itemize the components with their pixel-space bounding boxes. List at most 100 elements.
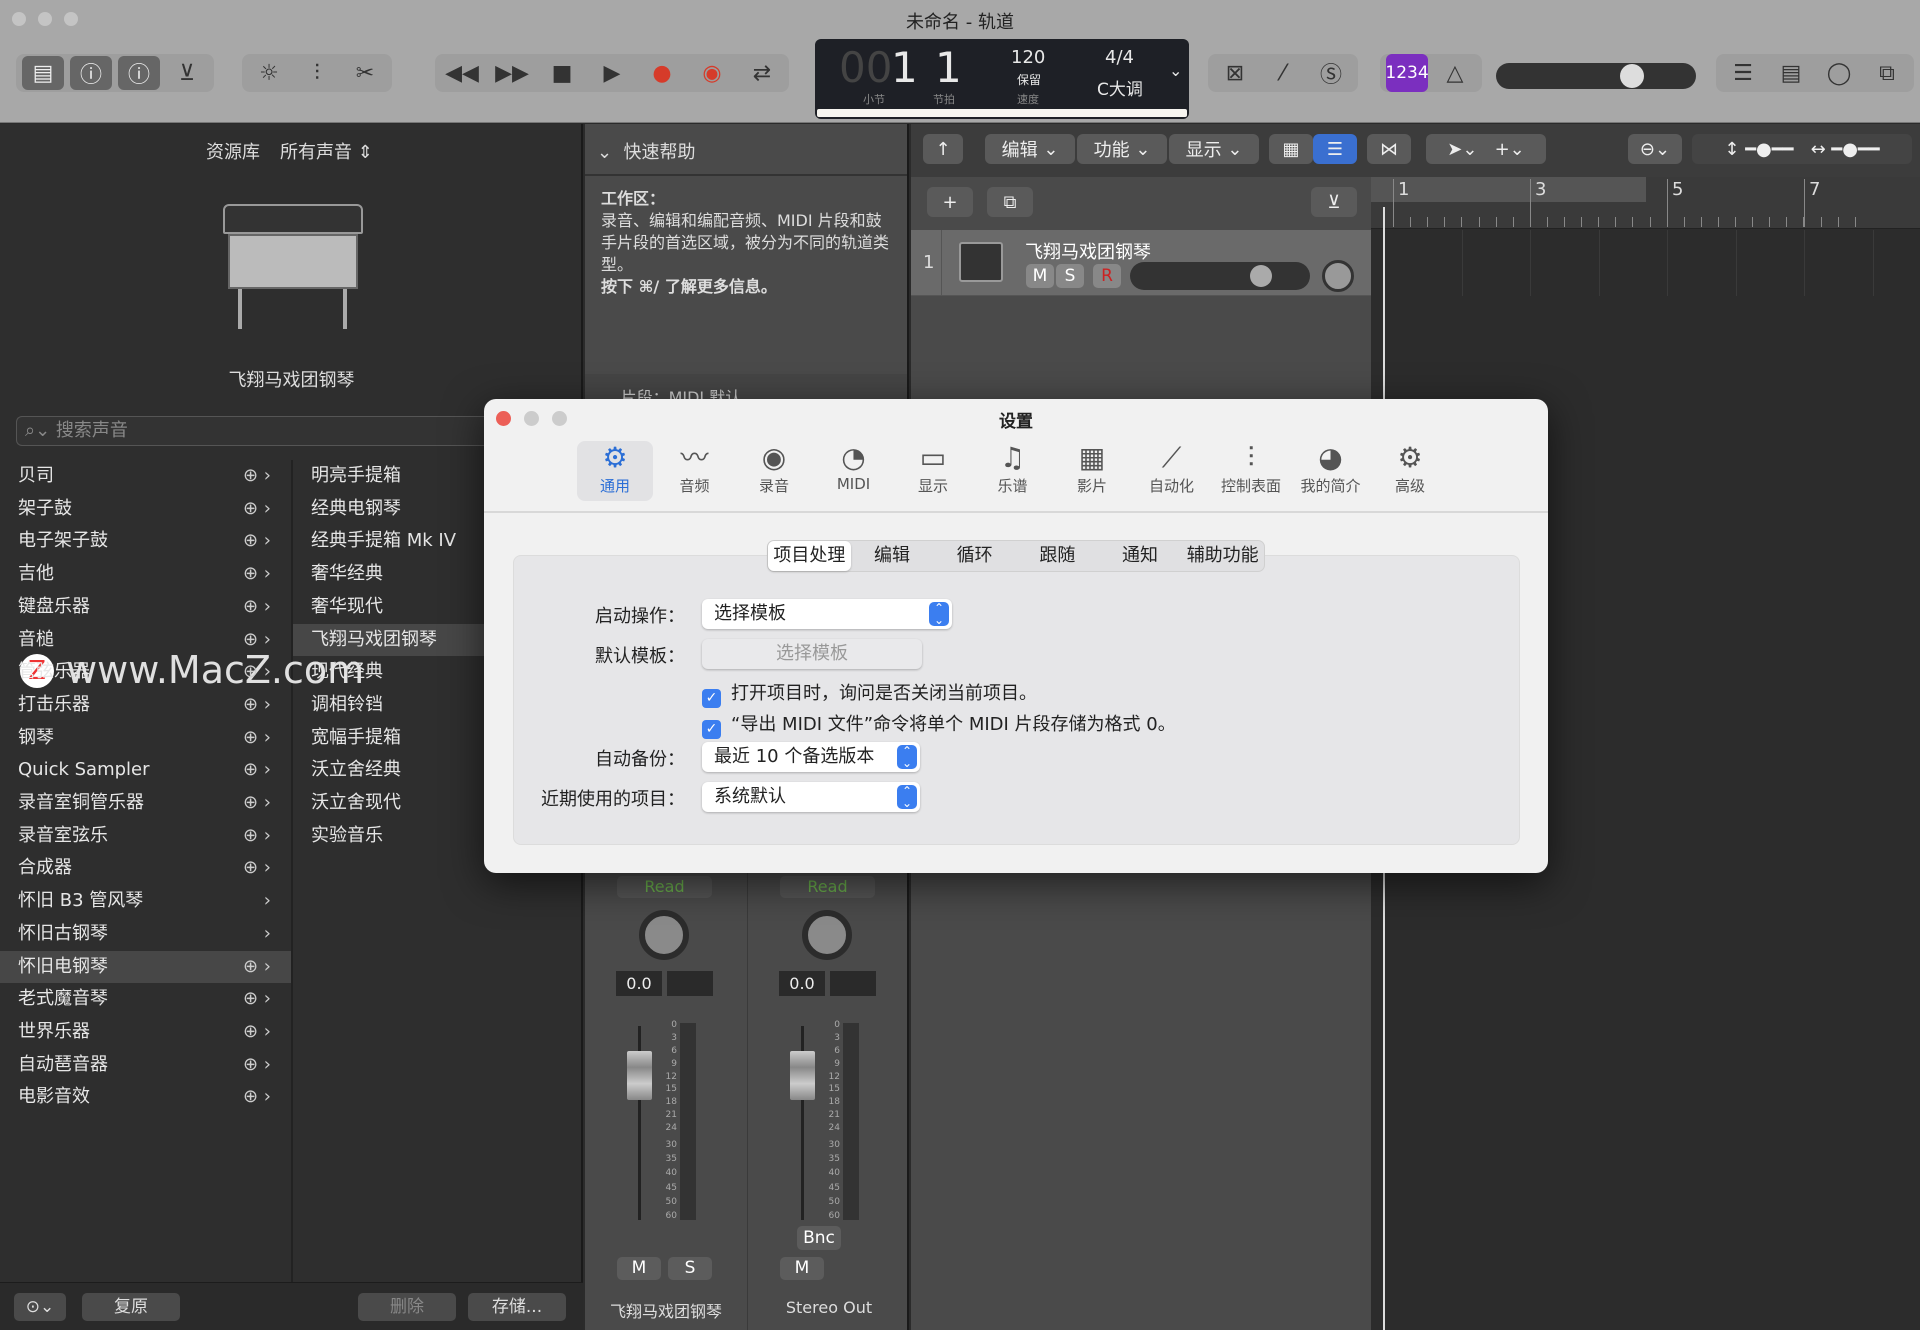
action-menu-button[interactable]: ⊙⌄ — [14, 1293, 66, 1321]
settings-tab[interactable]: 〰音频 — [657, 441, 733, 501]
startup-dropdown[interactable]: 选择模板 ⌃ ⌄ — [702, 599, 952, 629]
catch-icon[interactable]: ⋈ — [1367, 134, 1411, 164]
category-item[interactable]: 世界乐器 ⊕ › — [0, 1016, 291, 1048]
category-item[interactable]: 架子鼓 ⊕ › — [0, 493, 291, 525]
mixer-icon[interactable]: ⫶ — [296, 56, 338, 90]
category-item[interactable]: 键盘乐器 ⊕ › — [0, 591, 291, 623]
cycle-region[interactable] — [1371, 177, 1646, 202]
check-close-project[interactable]: ✓ 打开项目时，询问是否关闭当前项目。 — [702, 679, 1037, 708]
mute-button[interactable]: M — [780, 1257, 824, 1280]
settings-tab[interactable]: ◉ 录音 — [736, 441, 812, 501]
scissors-icon[interactable]: ✂ — [344, 56, 386, 90]
grid-view-icon[interactable]: ▦ — [1269, 134, 1313, 164]
download-chevron-icon[interactable]: ⊕ › — [243, 852, 271, 884]
category-item[interactable]: 合成器 ⊕ › — [0, 852, 291, 884]
category-item[interactable]: 录音室弦乐 ⊕ › — [0, 820, 291, 852]
category-item[interactable]: 管弦乐器 ⊕ › — [0, 656, 291, 688]
download-chevron-icon[interactable]: ⊕ › — [243, 656, 271, 688]
up-arrow-icon[interactable]: ↑ — [923, 134, 963, 164]
count-in-button[interactable]: 1234 — [1385, 54, 1429, 92]
backup-dropdown[interactable]: 最近 10 个备选版本 ⌃ ⌄ — [702, 742, 920, 772]
play-icon[interactable]: ▶ — [591, 56, 633, 90]
help-icon[interactable]: ⓘ — [118, 56, 160, 90]
subtab[interactable]: 编辑 — [851, 541, 934, 571]
download-icon[interactable]: ⊻ — [1311, 187, 1357, 217]
category-item[interactable]: 怀旧古钢琴 › — [0, 918, 291, 950]
view-menu[interactable]: 显示 ⌄ — [1169, 134, 1259, 164]
settings-tab[interactable]: ♫ 乐谱 — [975, 441, 1051, 501]
category-item[interactable]: 音槌 ⊕ › — [0, 624, 291, 656]
duplicate-track-icon[interactable]: ⧉ — [987, 187, 1033, 217]
info-icon[interactable]: ⓘ — [70, 56, 112, 90]
category-item[interactable]: 老式魔音琴 ⊕ › — [0, 983, 291, 1015]
track-name[interactable]: 飞翔马戏团钢琴 — [1025, 238, 1151, 264]
brightness-icon[interactable]: ☼ — [248, 56, 290, 90]
stop-icon[interactable]: ■ — [541, 56, 583, 90]
download-chevron-icon[interactable]: ⊕ › — [243, 787, 271, 819]
metronome-icon[interactable]: △ — [1434, 56, 1476, 90]
download-chevron-icon[interactable]: › — [264, 918, 271, 950]
download-chevron-icon[interactable]: ⊕ › — [243, 689, 271, 721]
slider-knob[interactable] — [1620, 64, 1644, 88]
automation-mode-button[interactable]: Read — [617, 876, 712, 898]
category-item[interactable]: 贝司 ⊕ › — [0, 460, 291, 492]
replace-icon[interactable]: ⊠ — [1214, 56, 1256, 90]
settings-tab[interactable]: ⚙ 高级 — [1372, 441, 1448, 501]
subtab[interactable]: 跟随 — [1016, 541, 1099, 571]
category-item[interactable]: Quick Sampler ⊕ › — [0, 754, 291, 786]
settings-tab[interactable]: ◕ 我的简介 — [1293, 441, 1369, 501]
quick-help-header[interactable]: ⌄ 快速帮助 — [585, 124, 907, 176]
settings-tab[interactable]: ▦ 影片 — [1054, 441, 1130, 501]
category-item[interactable]: 电影音效 ⊕ › — [0, 1081, 291, 1113]
category-item[interactable]: 怀旧 B3 管风琴 › — [0, 885, 291, 917]
recent-dropdown[interactable]: 系统默认 ⌃ ⌄ — [702, 782, 920, 812]
category-item[interactable]: 录音室铜管乐器 ⊕ › — [0, 787, 291, 819]
category-item[interactable]: 钢琴 ⊕ › — [0, 722, 291, 754]
automation-mode-button[interactable]: Read — [780, 876, 875, 898]
master-volume-slider[interactable] — [1496, 63, 1696, 89]
category-item[interactable]: 吉他 ⊕ › — [0, 558, 291, 590]
solo-button[interactable]: S — [668, 1257, 712, 1280]
cycle-icon[interactable]: ⇄ — [741, 56, 783, 90]
record-icon[interactable]: ● — [641, 56, 683, 90]
pan-knob[interactable] — [802, 910, 852, 960]
save-button[interactable]: 存储... — [468, 1293, 566, 1321]
bounce-button[interactable]: Bnc — [797, 1226, 841, 1250]
mute-button[interactable]: M — [617, 1257, 661, 1280]
gain-readout[interactable]: 0.0 — [779, 971, 825, 996]
delete-button[interactable]: 删除 — [358, 1293, 456, 1321]
settings-tab[interactable]: ◔ MIDI — [816, 441, 892, 501]
browser-icon[interactable]: ⧉ — [1866, 56, 1908, 90]
download-chevron-icon[interactable]: ⊕ › — [243, 1016, 271, 1048]
zoom-sliders[interactable]: ↕ ━●━━ ↔ ━●━━ — [1692, 134, 1912, 164]
functions-menu[interactable]: 功能 ⌄ — [1077, 134, 1167, 164]
gain-readout[interactable]: 0.0 — [616, 971, 662, 996]
download-chevron-icon[interactable]: ⊕ › — [243, 722, 271, 754]
record-enable-button[interactable]: R — [1093, 264, 1121, 288]
rewind-icon[interactable]: ◀◀ — [441, 56, 483, 90]
list-view-icon[interactable]: ☰ — [1313, 134, 1357, 164]
chevron-down-icon[interactable]: ⌄ — [1169, 61, 1182, 80]
pan-knob[interactable] — [1322, 260, 1354, 292]
download-chevron-icon[interactable]: ⊕ › — [243, 1049, 271, 1081]
download-chevron-icon[interactable]: ⊕ › — [243, 493, 271, 525]
check-export-midi[interactable]: ✓ “导出 MIDI 文件”命令将单个 MIDI 片段存储为格式 0。 — [702, 710, 1176, 739]
subtab[interactable]: 循环 — [933, 541, 1016, 571]
revert-button[interactable]: 复原 — [82, 1293, 180, 1321]
download-chevron-icon[interactable]: ⊕ › — [243, 525, 271, 557]
library-filter[interactable]: 所有声音 ⇕ — [280, 138, 373, 164]
download-chevron-icon[interactable]: › — [264, 885, 271, 917]
settings-tab[interactable]: ⟋ 自动化 — [1134, 441, 1210, 501]
download-chevron-icon[interactable]: ⊕ › — [243, 951, 271, 983]
download-chevron-icon[interactable]: ⊕ › — [243, 591, 271, 623]
download-chevron-icon[interactable]: ⊕ › — [243, 558, 271, 590]
tuner-icon[interactable]: ⁄ — [1262, 56, 1304, 90]
library-icon[interactable]: ▤ — [22, 56, 64, 90]
add-track-button[interactable]: + — [927, 187, 973, 217]
pan-knob[interactable] — [639, 910, 689, 960]
download-icon[interactable]: ⊻ — [166, 56, 208, 90]
mute-button[interactable]: M — [1026, 264, 1054, 288]
fast-forward-icon[interactable]: ▶▶ — [491, 56, 533, 90]
edit-menu[interactable]: 编辑 ⌄ — [985, 134, 1075, 164]
category-item[interactable]: 自动琶音器 ⊕ › — [0, 1049, 291, 1081]
